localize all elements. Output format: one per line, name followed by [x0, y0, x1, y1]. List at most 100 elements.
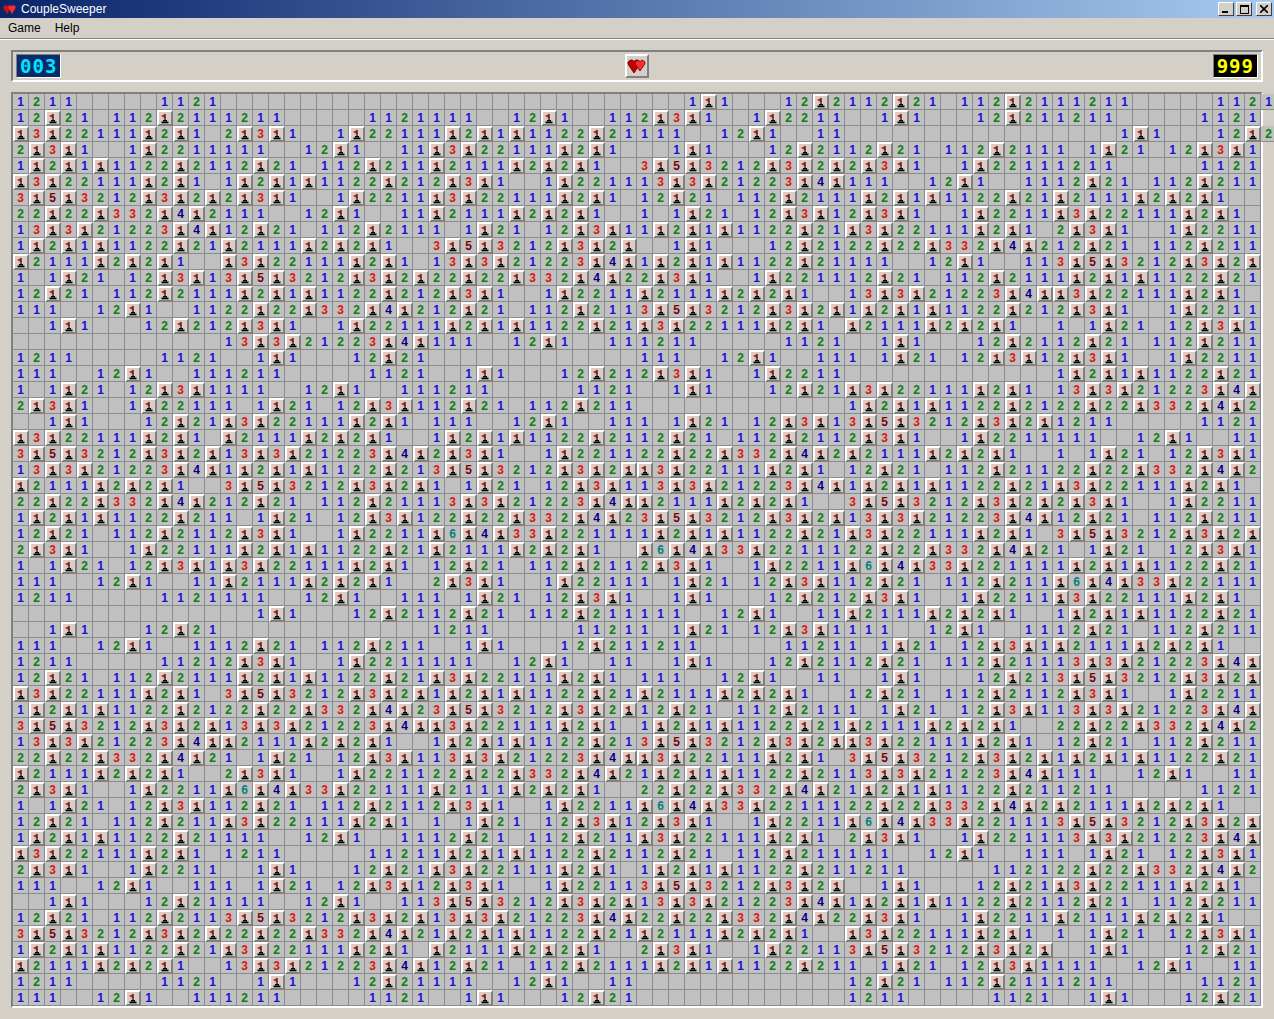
cell[interactable]: 1	[1021, 142, 1037, 158]
cell[interactable]: 1	[253, 382, 269, 398]
cell[interactable]: 4	[605, 254, 621, 270]
cell[interactable]: 2	[941, 254, 957, 270]
cell[interactable]: 3	[893, 286, 909, 302]
cell[interactable]	[429, 206, 445, 222]
cell[interactable]	[477, 414, 493, 430]
cell[interactable]	[525, 382, 541, 398]
cell[interactable]: 2	[669, 222, 685, 238]
cell[interactable]	[1181, 222, 1197, 238]
cell[interactable]	[1133, 366, 1149, 382]
cell[interactable]: 2	[477, 270, 493, 286]
cell[interactable]: 1	[1165, 302, 1181, 318]
cell[interactable]: 1	[909, 334, 925, 350]
cell[interactable]: 1	[525, 126, 541, 142]
cell[interactable]: 2	[237, 366, 253, 382]
cell[interactable]: 1	[125, 110, 141, 126]
cell[interactable]: 2	[173, 142, 189, 158]
cell[interactable]	[669, 174, 685, 190]
cell[interactable]	[365, 238, 381, 254]
cell[interactable]: 1	[973, 110, 989, 126]
cell[interactable]	[749, 142, 765, 158]
cell[interactable]: 1	[1037, 334, 1053, 350]
cell[interactable]: 2	[349, 302, 365, 318]
cell[interactable]: 1	[797, 334, 813, 350]
cell[interactable]: 1	[317, 254, 333, 270]
cell[interactable]: 3	[493, 238, 509, 254]
cell[interactable]: 1	[525, 238, 541, 254]
cell[interactable]: 1	[93, 382, 109, 398]
cell[interactable]	[381, 350, 397, 366]
cell[interactable]: 1	[397, 126, 413, 142]
cell[interactable]	[445, 286, 461, 302]
cell[interactable]: 1	[1229, 206, 1245, 222]
cell[interactable]	[445, 350, 461, 366]
cell[interactable]: 1	[205, 94, 221, 110]
cell[interactable]	[93, 110, 109, 126]
cell[interactable]: 1	[477, 158, 493, 174]
cell[interactable]: 2	[973, 350, 989, 366]
cell[interactable]	[685, 350, 701, 366]
cell[interactable]: 2	[957, 414, 973, 430]
maximize-button[interactable]	[1236, 2, 1252, 16]
cell[interactable]: 1	[1053, 174, 1069, 190]
cell[interactable]	[749, 94, 765, 110]
cell[interactable]: 1	[1245, 142, 1261, 158]
cell[interactable]	[845, 110, 861, 126]
cell[interactable]	[13, 174, 29, 190]
cell[interactable]	[941, 158, 957, 174]
cell[interactable]	[349, 190, 365, 206]
cell[interactable]: 1	[461, 158, 477, 174]
cell[interactable]	[989, 142, 1005, 158]
cell[interactable]: 2	[717, 302, 733, 318]
cell[interactable]: 1	[413, 318, 429, 334]
cell[interactable]: 1	[285, 222, 301, 238]
cell[interactable]: 2	[237, 302, 253, 318]
cell[interactable]	[989, 126, 1005, 142]
cell[interactable]: 1	[429, 382, 445, 398]
cell[interactable]	[93, 286, 109, 302]
cell[interactable]: 1	[333, 318, 349, 334]
cell[interactable]: 2	[1085, 270, 1101, 286]
cell[interactable]: 1	[1085, 190, 1101, 206]
cell[interactable]	[509, 206, 525, 222]
cell[interactable]	[125, 334, 141, 350]
cell[interactable]	[973, 414, 989, 430]
cell[interactable]: 1	[1037, 254, 1053, 270]
cell[interactable]: 2	[349, 238, 365, 254]
cell[interactable]: 1	[621, 334, 637, 350]
cell[interactable]: 3	[1165, 398, 1181, 414]
cell[interactable]: 2	[1069, 334, 1085, 350]
cell[interactable]: 1	[541, 126, 557, 142]
cell[interactable]	[333, 366, 349, 382]
cell[interactable]	[861, 414, 877, 430]
cell[interactable]	[893, 94, 909, 110]
cell[interactable]: 1	[93, 302, 109, 318]
cell[interactable]: 1	[765, 126, 781, 142]
cell[interactable]	[1053, 190, 1069, 206]
cell[interactable]	[61, 142, 77, 158]
cell[interactable]: 1	[717, 414, 733, 430]
cell[interactable]: 1	[349, 350, 365, 366]
cell[interactable]	[1005, 302, 1021, 318]
cell[interactable]	[1245, 190, 1261, 206]
cell[interactable]	[957, 334, 973, 350]
cell[interactable]: 1	[109, 174, 125, 190]
cell[interactable]	[173, 158, 189, 174]
cell[interactable]: 2	[317, 238, 333, 254]
cell[interactable]: 1	[1213, 158, 1229, 174]
cell[interactable]: 1	[621, 302, 637, 318]
cell[interactable]: 2	[989, 398, 1005, 414]
cell[interactable]	[909, 126, 925, 142]
cell[interactable]	[109, 270, 125, 286]
cell[interactable]	[125, 350, 141, 366]
cell[interactable]	[1165, 126, 1181, 142]
cell[interactable]	[893, 110, 909, 126]
cell[interactable]	[1181, 110, 1197, 126]
cell[interactable]	[317, 94, 333, 110]
cell[interactable]: 1	[701, 366, 717, 382]
cell[interactable]: 3	[285, 270, 301, 286]
cell[interactable]	[749, 398, 765, 414]
cell[interactable]	[93, 318, 109, 334]
cell[interactable]	[509, 398, 525, 414]
cell[interactable]	[237, 350, 253, 366]
